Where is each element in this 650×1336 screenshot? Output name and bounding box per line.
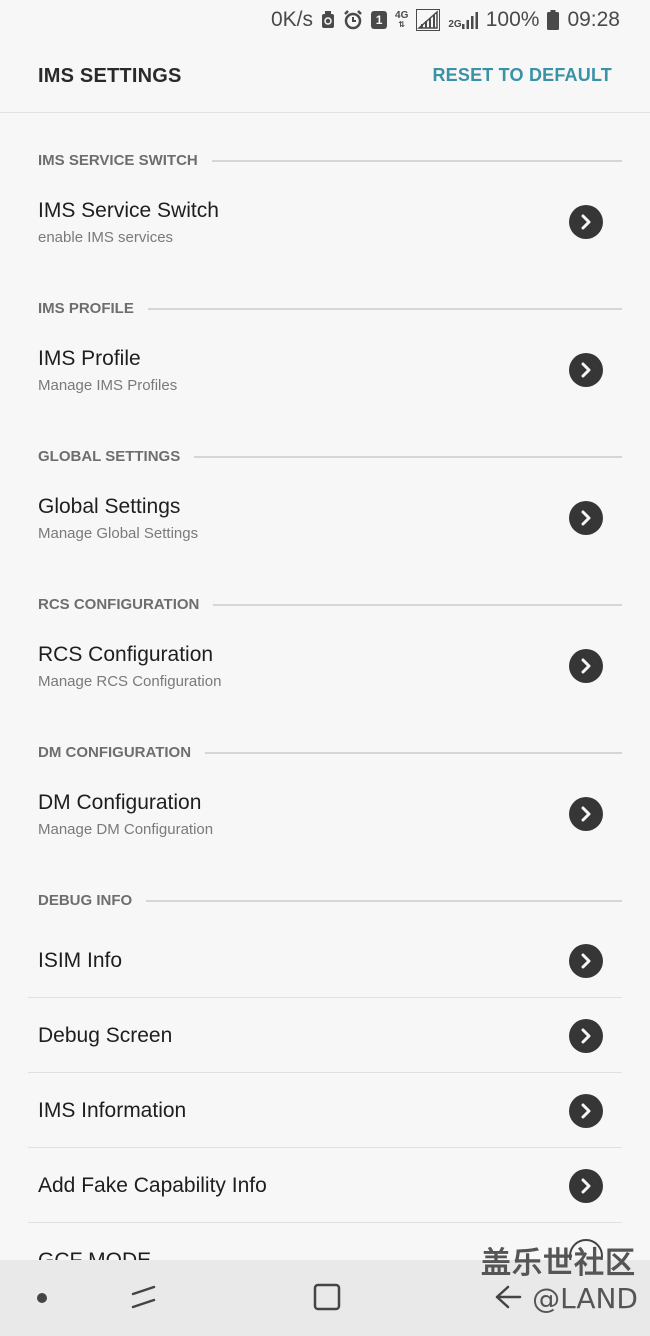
status-bar: 0K/s 1 4G ⇅ 2G 100% 09:28 (0, 0, 650, 40)
home-icon[interactable] (312, 1282, 342, 1317)
recent-apps-dot-icon[interactable] (37, 1293, 47, 1303)
section-divider (194, 456, 622, 458)
ims-service-switch-item[interactable]: IMS Service Switch enable IMS services (0, 183, 650, 261)
rcs-configuration-item[interactable]: RCS Configuration Manage RCS Configurati… (0, 627, 650, 705)
section-divider (213, 604, 622, 606)
chevron-right-icon (569, 1093, 603, 1128)
page-title: IMS SETTINGS (38, 65, 182, 87)
section-divider (211, 160, 622, 162)
add-fake-capability-info-item[interactable]: Add Fake Capability Info (0, 1148, 650, 1223)
section-header-rcs-configuration: RCS CONFIGURATION (0, 557, 650, 627)
global-settings-item[interactable]: Global Settings Manage Global Settings (0, 479, 650, 557)
chevron-right-icon (569, 1168, 603, 1203)
debug-screen-item[interactable]: Debug Screen (0, 998, 650, 1073)
ims-information-item[interactable]: IMS Information (0, 1073, 650, 1148)
reset-to-default-button[interactable]: RESET TO DEFAULT (432, 65, 612, 86)
chevron-right-icon (569, 1018, 603, 1053)
chevron-right-icon (569, 943, 603, 978)
section-header-dm-configuration: DM CONFIGURATION (0, 705, 650, 775)
section-header-ims-service-switch: IMS SERVICE SWITCH (0, 113, 650, 183)
clock: 09:28 (567, 8, 620, 31)
sim-icon: 1 (371, 11, 388, 29)
section-header-global-settings: GLOBAL SETTINGS (0, 409, 650, 479)
section-divider (205, 752, 622, 754)
chevron-right-icon (569, 205, 603, 239)
recents-icon[interactable] (130, 1282, 158, 1317)
app-header: IMS SETTINGS RESET TO DEFAULT (0, 40, 650, 113)
settings-list[interactable]: IMS SERVICE SWITCH IMS Service Switch en… (0, 113, 650, 1260)
chevron-right-icon (569, 797, 603, 831)
chevron-right-icon (569, 353, 603, 387)
section-header-ims-profile: IMS PROFILE (0, 261, 650, 331)
signal-2g-icon: 2G (448, 11, 478, 30)
alarm-icon (343, 10, 363, 30)
watermark-text: 盖乐世社区 (481, 1246, 636, 1281)
ims-profile-item[interactable]: IMS Profile Manage IMS Profiles (0, 331, 650, 409)
section-header-debug-info: DEBUG INFO (0, 853, 650, 923)
network-speed: 0K/s (271, 8, 314, 31)
battery-percent: 100% (485, 8, 540, 31)
chevron-right-icon (569, 649, 603, 683)
back-icon[interactable] (494, 1282, 522, 1317)
dm-configuration-item[interactable]: DM Configuration Manage DM Configuration (0, 775, 650, 853)
recycle-icon (321, 11, 335, 29)
section-divider (146, 900, 622, 902)
watermark-handle: @LAND (532, 1282, 638, 1315)
battery-icon (547, 10, 560, 30)
signal-icon (416, 9, 441, 31)
chevron-right-icon (569, 501, 603, 535)
isim-info-item[interactable]: ISIM Info (0, 923, 650, 998)
network-4g: 4G ⇅ (395, 10, 409, 30)
section-divider (147, 308, 622, 310)
